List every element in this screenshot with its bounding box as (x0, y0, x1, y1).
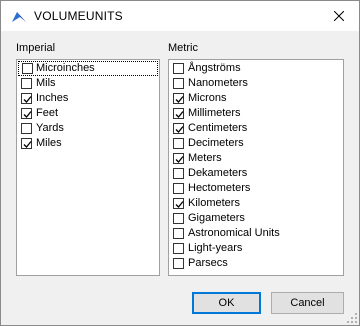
checkmark-icon (175, 126, 184, 133)
list-item-label: Dekameters (188, 167, 248, 179)
imperial-list-item[interactable]: Inches (17, 91, 159, 106)
app-logo-icon (12, 12, 26, 22)
metric-list-item[interactable]: Parsecs (169, 256, 343, 271)
checkbox[interactable] (173, 138, 184, 149)
list-item-label: Hectometers (188, 182, 251, 194)
resize-grip-icon[interactable] (347, 313, 357, 323)
cancel-button[interactable]: Cancel (271, 292, 344, 314)
window-title: VOLUMEUNITS (34, 9, 123, 23)
metric-list-item[interactable]: Ångströms (169, 61, 343, 76)
checkbox[interactable] (173, 183, 184, 194)
volumeunits-dialog: VOLUMEUNITS Imperial Microinches Mils Inch… (0, 0, 360, 326)
imperial-units-list[interactable]: Microinches Mils Inches Feet Yards Miles (16, 59, 160, 276)
list-item-label: Miles (36, 137, 62, 149)
checkmark-icon (175, 201, 184, 208)
metric-list-item[interactable]: Hectometers (169, 181, 343, 196)
imperial-list-item[interactable]: Miles (17, 136, 159, 151)
imperial-list-item[interactable]: Mils (17, 76, 159, 91)
checkbox[interactable] (173, 258, 184, 269)
checkbox[interactable] (173, 213, 184, 224)
checkbox[interactable] (173, 63, 184, 74)
list-item-label: Inches (36, 92, 69, 104)
ok-button[interactable]: OK (192, 292, 261, 314)
metric-list-item[interactable]: Nanometers (169, 76, 343, 91)
checkbox[interactable] (173, 78, 184, 89)
metric-list-item[interactable]: Light-years (169, 241, 343, 256)
list-item-label: Meters (188, 152, 222, 164)
imperial-list-item[interactable]: Feet (17, 106, 159, 121)
checkmark-icon (175, 96, 184, 103)
list-item-label: Nanometers (188, 77, 248, 89)
checkbox[interactable] (173, 153, 184, 164)
imperial-label: Imperial (16, 42, 56, 54)
checkmark-icon (175, 156, 184, 163)
checkmark-icon (23, 141, 32, 148)
list-item-label: Astronomical Units (188, 227, 280, 239)
checkbox[interactable] (173, 108, 184, 119)
list-item-label: Gigameters (188, 212, 245, 224)
list-item-label: Millimeters (188, 107, 241, 119)
close-icon (334, 11, 344, 21)
checkbox[interactable] (173, 228, 184, 239)
checkbox[interactable] (21, 123, 32, 134)
list-item-label: Microinches (36, 62, 95, 74)
metric-list-item[interactable]: Meters (169, 151, 343, 166)
title-bar: VOLUMEUNITS (1, 1, 359, 31)
checkbox[interactable] (173, 168, 184, 179)
list-item-label: Centimeters (188, 122, 248, 134)
checkbox[interactable] (173, 243, 184, 254)
checkmark-icon (175, 111, 184, 118)
metric-list-item[interactable]: Gigameters (169, 211, 343, 226)
metric-units-list[interactable]: Ångströms Nanometers Microns Millimeters Cen… (168, 59, 344, 276)
checkbox[interactable] (21, 138, 32, 149)
checkbox[interactable] (173, 198, 184, 209)
imperial-list-item[interactable]: Yards (17, 121, 159, 136)
checkbox[interactable] (22, 63, 33, 74)
list-item-label: Feet (36, 107, 59, 119)
list-item-label: Kilometers (188, 197, 240, 209)
checkbox[interactable] (21, 78, 32, 89)
metric-list-item[interactable]: Decimeters (169, 136, 343, 151)
list-item-label: Yards (36, 122, 64, 134)
metric-label: Metric (168, 42, 198, 54)
checkbox[interactable] (173, 123, 184, 134)
metric-list-item[interactable]: Millimeters (169, 106, 343, 121)
metric-list-item[interactable]: Dekameters (169, 166, 343, 181)
checkmark-icon (23, 96, 32, 103)
checkbox[interactable] (173, 93, 184, 104)
checkbox[interactable] (21, 93, 32, 104)
metric-list-item[interactable]: Astronomical Units (169, 226, 343, 241)
list-item-label: Decimeters (188, 137, 244, 149)
list-item-label: Light-years (188, 242, 243, 254)
list-item-label: Microns (188, 92, 227, 104)
list-item-label: Ångströms (188, 62, 241, 74)
close-button[interactable] (319, 1, 359, 31)
metric-list-item[interactable]: Microns (169, 91, 343, 106)
checkmark-icon (23, 111, 32, 118)
list-item-label: Parsecs (188, 257, 228, 269)
checkbox[interactable] (21, 108, 32, 119)
list-item-label: Mils (36, 77, 56, 89)
metric-list-item[interactable]: Kilometers (169, 196, 343, 211)
metric-list-item[interactable]: Centimeters (169, 121, 343, 136)
imperial-list-item[interactable]: Microinches (18, 61, 158, 76)
